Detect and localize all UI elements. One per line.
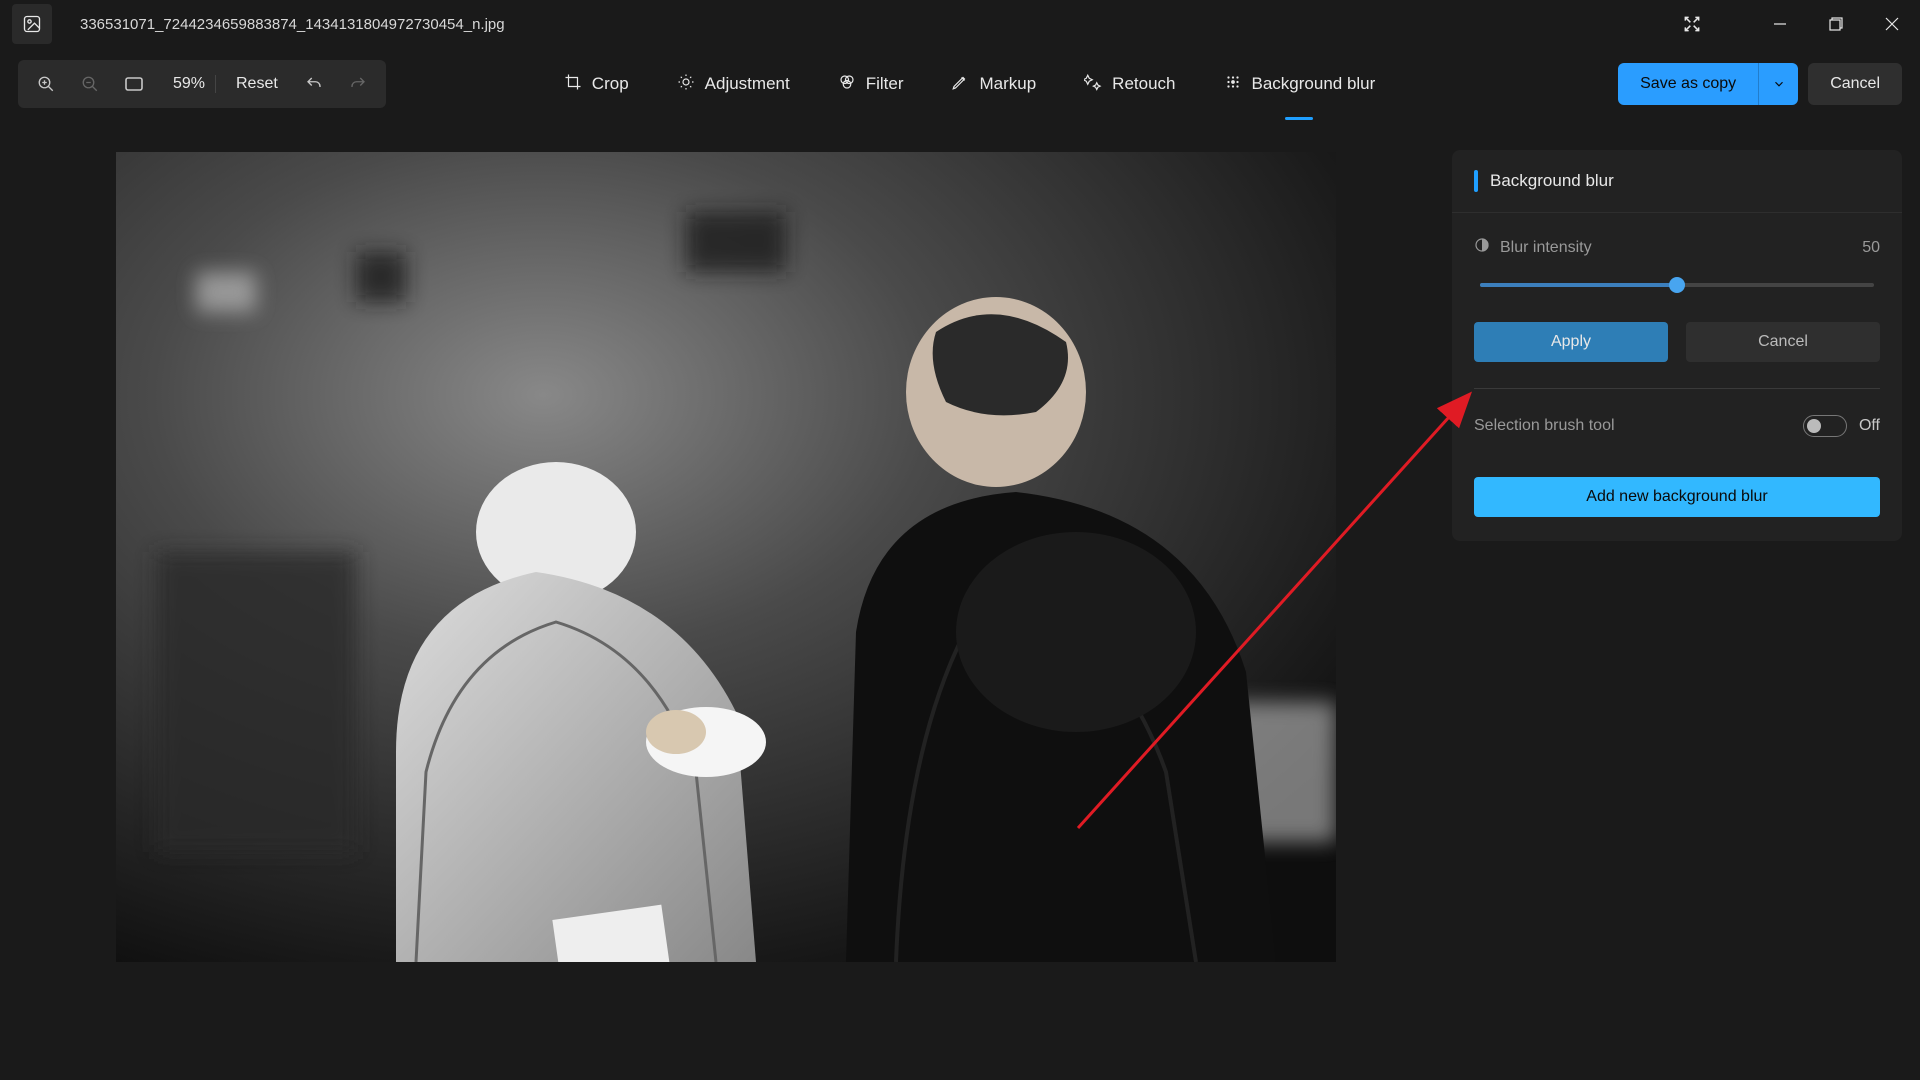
tab-filter-label: Filter (866, 74, 904, 94)
minimize-icon[interactable] (1752, 0, 1808, 48)
blur-intensity-label: Blur intensity (1500, 239, 1592, 257)
tab-filter[interactable]: Filter (838, 60, 904, 108)
zoom-in-icon[interactable] (24, 62, 68, 106)
redo-icon[interactable] (336, 62, 380, 106)
brush-toggle-state: Off (1859, 417, 1880, 435)
fit-icon[interactable] (112, 62, 156, 106)
save-group: Save as copy Cancel (1618, 63, 1902, 105)
content: Background blur Blur intensity 50 Apply … (0, 120, 1920, 1080)
zoom-group: 59% Reset (18, 60, 386, 108)
reset-button[interactable]: Reset (222, 75, 292, 93)
cancel-button[interactable]: Cancel (1808, 63, 1902, 105)
save-as-copy-label: Save as copy (1618, 63, 1758, 105)
tab-retouch[interactable]: Retouch (1084, 60, 1175, 108)
apply-button[interactable]: Apply (1474, 322, 1668, 362)
tab-crop[interactable]: Crop (564, 60, 629, 108)
tab-markup[interactable]: Markup (951, 60, 1036, 108)
tab-markup-label: Markup (979, 74, 1036, 94)
maximize-icon[interactable] (1808, 0, 1864, 48)
panel-accent-bar (1474, 170, 1478, 192)
window-controls (1672, 0, 1920, 48)
tab-crop-label: Crop (592, 74, 629, 94)
brush-toggle[interactable] (1803, 415, 1847, 437)
add-new-blur-button[interactable]: Add new background blur (1474, 477, 1880, 517)
panel-cancel-button[interactable]: Cancel (1686, 322, 1880, 362)
panel-header: Background blur (1452, 150, 1902, 213)
photo-preview[interactable] (116, 152, 1336, 962)
panel-title: Background blur (1490, 171, 1614, 191)
undo-icon[interactable] (292, 62, 336, 106)
side-panel: Background blur Blur intensity 50 Apply … (1452, 150, 1902, 541)
titlebar: 336531071_7244234659883874_1434131804972… (0, 0, 1920, 48)
zoom-out-icon[interactable] (68, 62, 112, 106)
brush-tool-label: Selection brush tool (1474, 417, 1615, 435)
save-as-copy-button[interactable]: Save as copy (1618, 63, 1798, 105)
markup-icon (951, 73, 969, 96)
blur-icon (1224, 73, 1242, 96)
adjustment-icon (677, 73, 695, 96)
panel-divider (1474, 388, 1880, 389)
save-dropdown-icon[interactable] (1758, 63, 1798, 105)
filter-icon (838, 73, 856, 96)
filename: 336531071_7244234659883874_1434131804972… (80, 16, 505, 33)
tab-adjustment-label: Adjustment (705, 74, 790, 94)
crop-icon (564, 73, 582, 96)
intensity-icon (1474, 237, 1490, 258)
tab-retouch-label: Retouch (1112, 74, 1175, 94)
app-icon[interactable] (12, 4, 52, 44)
canvas-area (18, 150, 1434, 1062)
toolbar: 59% Reset Crop Adjustment Filter Markup … (0, 48, 1920, 120)
brush-tool-row: Selection brush tool Off (1474, 415, 1880, 437)
tab-background-blur[interactable]: Background blur (1224, 60, 1376, 108)
retouch-icon (1084, 73, 1102, 96)
blur-intensity-slider[interactable] (1474, 276, 1880, 294)
tab-background-blur-label: Background blur (1252, 74, 1376, 94)
tool-tabs: Crop Adjustment Filter Markup Retouch Ba… (564, 60, 1376, 108)
fullscreen-icon[interactable] (1672, 0, 1712, 48)
close-icon[interactable] (1864, 0, 1920, 48)
blur-intensity-value: 50 (1862, 239, 1880, 257)
blur-intensity-row: Blur intensity 50 (1474, 237, 1880, 258)
tab-adjustment[interactable]: Adjustment (677, 60, 790, 108)
zoom-percent[interactable]: 59% (156, 75, 216, 93)
